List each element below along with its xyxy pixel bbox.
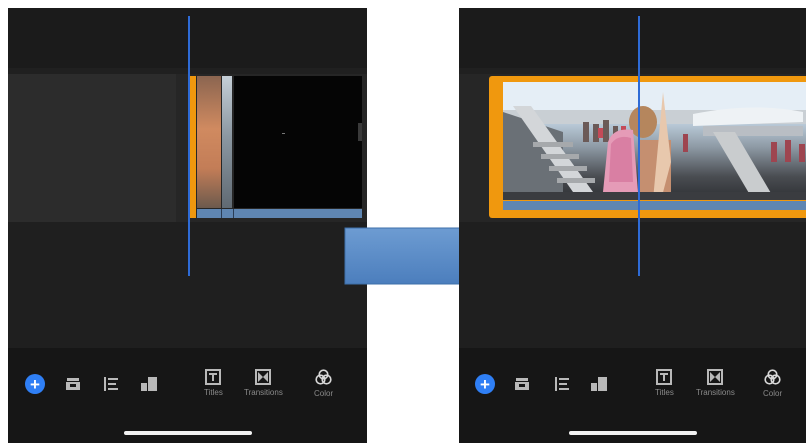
black-clip[interactable]	[234, 76, 362, 208]
color-button[interactable]: Color	[314, 369, 333, 398]
clip-layers-button[interactable]	[591, 377, 607, 391]
transitions-button[interactable]: Transitions	[244, 369, 283, 397]
add-icon: +	[25, 374, 45, 394]
add-media-button[interactable]: +	[25, 374, 45, 394]
black-clip-mark	[282, 133, 285, 134]
clip-layers-icon	[591, 377, 607, 391]
align-clip-icon	[104, 377, 118, 391]
clip-trim-handle[interactable]	[358, 123, 362, 141]
transitions-label: Transitions	[696, 388, 735, 397]
titles-button[interactable]: Titles	[204, 369, 223, 397]
add-icon: +	[475, 374, 495, 394]
color-label: Color	[763, 389, 783, 398]
top-bar	[459, 8, 806, 68]
color-label: Color	[314, 389, 334, 398]
transitions-icon	[255, 369, 272, 385]
airport-scene-image	[503, 82, 806, 200]
titles-button[interactable]: Titles	[655, 369, 674, 397]
add-media-button[interactable]: +	[475, 374, 495, 394]
bottom-toolbar: + Titles Transitions Color	[8, 348, 367, 443]
clip-thumbnail-1[interactable]	[197, 76, 221, 208]
playhead[interactable]	[638, 16, 640, 276]
clip-layers-button[interactable]	[141, 377, 157, 391]
split-clip-button[interactable]	[66, 378, 80, 390]
clip-thumbnail	[503, 82, 806, 200]
titles-icon	[205, 369, 222, 385]
align-clip-button[interactable]	[104, 377, 118, 391]
color-icon	[764, 369, 781, 385]
timeline-empty-slot	[8, 74, 176, 222]
left-editor-screen: + Titles Transitions Color	[8, 8, 367, 443]
titles-label: Titles	[655, 388, 674, 397]
right-editor-screen: + Titles Transitions Color	[459, 8, 806, 443]
clip-thumbnail-2[interactable]	[222, 76, 232, 208]
playhead[interactable]	[188, 16, 190, 276]
home-indicator	[123, 431, 252, 435]
split-clip-icon	[515, 378, 529, 390]
audio-divider	[233, 209, 234, 218]
align-clip-button[interactable]	[555, 377, 569, 391]
transitions-button[interactable]: Transitions	[696, 369, 735, 397]
audio-waveform	[503, 201, 806, 210]
split-clip-icon	[66, 378, 80, 390]
bottom-toolbar: + Titles Transitions Color	[459, 348, 806, 443]
titles-label: Titles	[204, 388, 223, 397]
clip-layers-icon	[141, 377, 157, 391]
align-clip-icon	[555, 377, 569, 391]
split-clip-button[interactable]	[515, 378, 529, 390]
transitions-icon	[707, 369, 724, 385]
empty-track-area	[459, 222, 806, 348]
clip-selection-edge[interactable]	[190, 76, 196, 218]
home-indicator	[568, 431, 697, 435]
color-icon	[315, 369, 332, 385]
audio-divider	[221, 209, 222, 218]
color-button[interactable]: Color	[763, 369, 782, 398]
titles-icon	[656, 369, 673, 385]
transitions-label: Transitions	[244, 388, 283, 397]
